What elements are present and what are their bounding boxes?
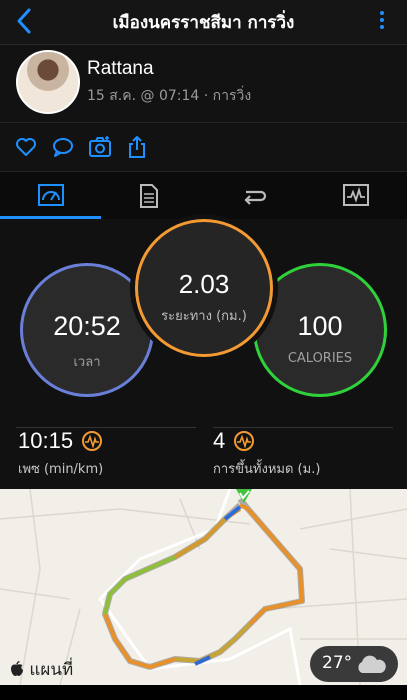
page-title: เมืองนครราชสีมา การวิ่ง: [112, 13, 295, 33]
route-map[interactable]: แผนที่ 27°: [0, 489, 407, 685]
time-value: 20:52: [53, 311, 121, 341]
calories-label: CALORIES: [287, 351, 353, 366]
calories-ring: 100 CALORIES: [253, 263, 387, 397]
elevation-activity-icon: [234, 431, 255, 451]
temperature: 27°: [322, 653, 353, 673]
time-ring: 20:52 เวลา: [20, 263, 154, 397]
pace-metric: 10:15 เพซ (min/km): [18, 428, 103, 479]
back-chevron-icon[interactable]: [12, 6, 38, 36]
share-icon[interactable]: [125, 135, 149, 159]
cloudy-weather-icon: [358, 655, 386, 673]
maps-attribution: แผนที่: [10, 656, 73, 683]
stats-gauge-icon: [38, 184, 64, 206]
time-label: เวลา: [73, 355, 101, 370]
action-bar: [0, 122, 407, 171]
more-options-icon[interactable]: [375, 8, 389, 36]
distance-value: 2.03: [178, 269, 230, 299]
weather-badge: 27°: [310, 646, 398, 682]
tab-stats[interactable]: [0, 172, 101, 219]
top-bar: เมืองนครราชสีมา การวิ่ง: [0, 0, 407, 45]
repeat-icon: [244, 190, 267, 205]
elevation-metric: 4 การขึ้นทั้งหมด (ม.): [213, 428, 320, 479]
pace-activity-icon: [82, 431, 103, 451]
user-name[interactable]: Rattana: [87, 58, 154, 80]
elevation-value: 4: [213, 428, 226, 453]
maps-label: แผนที่: [29, 660, 74, 680]
calories-value: 100: [297, 311, 343, 341]
avatar[interactable]: [16, 50, 80, 114]
elevation-label: การขึ้นทั้งหมด (ม.): [213, 462, 321, 477]
activity-header: Rattana 15 ส.ค. @ 07:14 · การวิ่ง: [0, 45, 407, 122]
heart-icon[interactable]: [14, 135, 38, 159]
stats-panel: 20:52 เวลา 100 CALORIES 2.03 ระยะทาง (กม…: [0, 219, 407, 489]
distance-ring: 2.03 ระยะทาง (กม.): [135, 219, 273, 357]
tab-bar: [0, 171, 407, 219]
bottom-bar: [0, 685, 407, 700]
apple-logo-icon: [11, 660, 23, 676]
activity-meta: 15 ส.ค. @ 07:14 · การวิ่ง: [87, 88, 252, 104]
pace-value: 10:15: [18, 428, 74, 453]
pace-label: เพซ (min/km): [18, 462, 104, 477]
tab-details[interactable]: [101, 172, 202, 219]
document-icon: [140, 184, 158, 208]
tab-laps[interactable]: [203, 172, 304, 219]
camera-icon[interactable]: [88, 135, 112, 159]
tab-charts[interactable]: [305, 172, 406, 219]
distance-label: ระยะทาง (กม.): [161, 309, 247, 324]
activity-graph-icon: [343, 184, 369, 206]
comment-icon[interactable]: [51, 135, 75, 159]
